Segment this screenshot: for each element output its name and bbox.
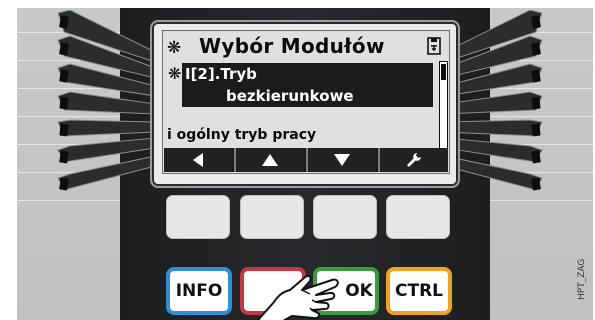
parameter-name: I[2].Tryb bbox=[185, 65, 257, 83]
triangle-left-icon bbox=[193, 153, 203, 167]
softkey-bar bbox=[164, 148, 448, 172]
soft-button-1[interactable] bbox=[166, 195, 230, 239]
image-reference: HPT_ZAG bbox=[577, 258, 587, 300]
scrollbar-thumb[interactable] bbox=[441, 64, 446, 80]
ok-label: OK bbox=[345, 281, 373, 301]
info-button[interactable]: INFO bbox=[166, 267, 232, 315]
title-marker: ❋ bbox=[167, 38, 182, 58]
ctrl-button[interactable]: CTRL bbox=[386, 267, 452, 315]
soft-button-3[interactable] bbox=[313, 195, 377, 239]
relay-device: ❋ Wybór Modułów ❋ I[2].Tryb bezkierunkow… bbox=[0, 0, 595, 320]
pointing-hand-icon bbox=[257, 274, 339, 320]
triangle-up-icon bbox=[262, 154, 278, 166]
parameter-description: i ogólny tryb pracy bbox=[167, 127, 317, 143]
row-marker: ❋ bbox=[168, 64, 182, 83]
soft-button-2[interactable] bbox=[240, 195, 304, 239]
scrollbar[interactable] bbox=[439, 61, 448, 151]
soft-button-4[interactable] bbox=[386, 195, 450, 239]
wrench-icon bbox=[407, 153, 421, 167]
parameter-value: bezkierunkowe bbox=[226, 87, 354, 105]
triangle-down-icon bbox=[334, 154, 350, 166]
screen-title: Wybór Modułów bbox=[199, 34, 385, 58]
softkey-left[interactable] bbox=[164, 148, 232, 172]
lcd-display: ❋ Wybór Modułów ❋ I[2].Tryb bezkierunkow… bbox=[162, 30, 450, 174]
print-icon bbox=[427, 37, 441, 55]
selected-parameter-row[interactable]: I[2].Tryb bezkierunkowe bbox=[182, 63, 433, 107]
softkey-edit[interactable] bbox=[378, 148, 448, 172]
softkey-up[interactable] bbox=[234, 148, 304, 172]
softkey-down[interactable] bbox=[306, 148, 376, 172]
